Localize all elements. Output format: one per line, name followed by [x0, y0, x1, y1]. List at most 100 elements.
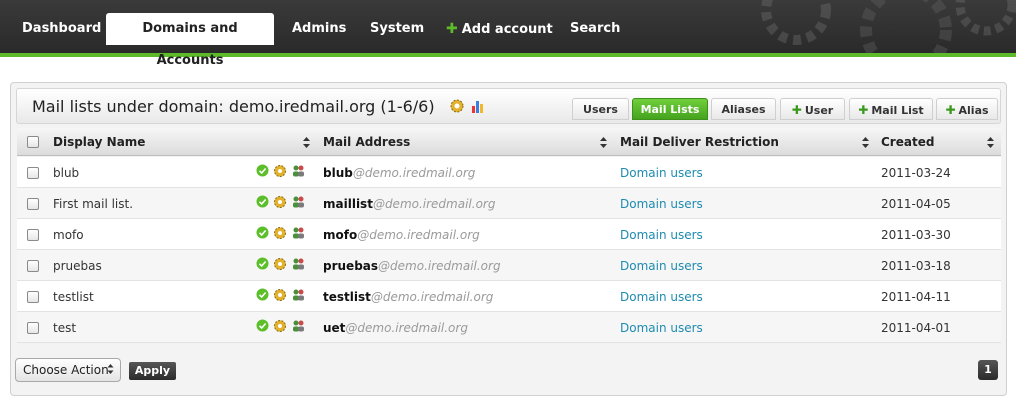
nav-add-account[interactable]: ✚ Add account	[430, 13, 569, 45]
gear-icon[interactable]	[273, 226, 287, 240]
table-row: blub blub@demo.iredmail.org Domain users 20…	[17, 157, 1001, 188]
active-check-icon[interactable]	[256, 195, 269, 208]
tab-add-user[interactable]: ✚ User	[780, 98, 845, 120]
apply-button[interactable]: Apply	[129, 362, 176, 380]
row-checkbox[interactable]	[27, 322, 39, 334]
mail-address-cell[interactable]: maillist@demo.iredmail.org	[323, 197, 495, 211]
column-display-name[interactable]: Display Name	[53, 135, 145, 149]
members-icon[interactable]	[291, 319, 306, 333]
table-row: mofo mofo@demo.iredmail.org Domain users 20…	[17, 219, 1001, 250]
row-action-icons	[256, 257, 306, 271]
table-header: Display Name Mail Address Mail Deliver R…	[17, 128, 1001, 156]
table-row: pruebas pruebas@demo.iredmail.org Domain u…	[17, 250, 1001, 281]
members-icon[interactable]	[291, 257, 306, 271]
created-date-cell: 2011-03-24	[881, 166, 951, 180]
display-name-cell: mofo	[53, 228, 84, 242]
mail-address-domain: @demo.iredmail.org	[352, 166, 476, 180]
sort-arrows-icon[interactable]	[987, 137, 994, 148]
display-name-cell: pruebas	[53, 259, 102, 273]
members-icon[interactable]	[291, 226, 306, 240]
column-mail-address[interactable]: Mail Address	[323, 135, 410, 149]
sort-arrows-icon[interactable]	[303, 137, 310, 148]
sort-arrows-icon[interactable]	[862, 137, 869, 148]
tab-add-mail-list[interactable]: ✚ Mail List	[849, 98, 933, 120]
plus-icon: ✚	[446, 21, 458, 37]
nav-domains-and-accounts[interactable]: Domains and Accounts	[106, 13, 274, 68]
mail-lists-panel: Mail lists under domain: demo.iredmail.o…	[10, 82, 1007, 396]
members-icon[interactable]	[291, 288, 306, 302]
created-date-cell: 2011-03-30	[881, 228, 951, 242]
nav-add-account-label: Add account	[461, 22, 553, 37]
active-check-icon[interactable]	[256, 226, 269, 239]
mail-address-cell[interactable]: blub@demo.iredmail.org	[323, 166, 475, 180]
mail-address-user: blub	[323, 166, 353, 180]
mail-address-user: uet	[323, 321, 346, 335]
nav-system[interactable]: System	[354, 13, 440, 45]
gears-decoration-icon	[761, 0, 1016, 53]
plus-icon: ✚	[858, 103, 869, 117]
tab-add-alias-label: Alias	[958, 104, 989, 117]
mail-address-cell[interactable]: testlist@demo.iredmail.org	[323, 290, 493, 304]
mail-address-cell[interactable]: mofo@demo.iredmail.org	[323, 228, 480, 242]
row-checkbox[interactable]	[27, 260, 39, 272]
mail-address-domain: @demo.iredmail.org	[345, 321, 468, 335]
tab-add-user-label: User	[804, 104, 834, 117]
row-action-icons	[256, 226, 306, 240]
mail-address-cell[interactable]: uet@demo.iredmail.org	[323, 321, 468, 335]
column-created[interactable]: Created	[881, 135, 934, 149]
gear-icon[interactable]	[273, 288, 287, 302]
nav-dashboard[interactable]: Dashboard	[6, 13, 117, 45]
choose-action-select[interactable]: Choose Action	[15, 358, 121, 382]
mail-address-cell[interactable]: pruebas@demo.iredmail.org	[323, 259, 501, 273]
mail-address-user: pruebas	[323, 259, 379, 273]
active-check-icon[interactable]	[256, 288, 269, 301]
gear-icon[interactable]	[449, 98, 465, 114]
created-date-cell: 2011-04-05	[881, 197, 951, 211]
gear-icon[interactable]	[273, 195, 287, 209]
restriction-link[interactable]: Domain users	[620, 197, 703, 211]
tab-aliases[interactable]: Aliases	[711, 98, 776, 120]
gear-icon[interactable]	[273, 257, 287, 271]
restriction-link[interactable]: Domain users	[620, 228, 703, 242]
members-icon[interactable]	[291, 195, 306, 209]
row-checkbox[interactable]	[27, 198, 39, 210]
statistics-chart-icon[interactable]	[471, 98, 485, 114]
column-mail-deliver-restriction[interactable]: Mail Deliver Restriction	[620, 135, 779, 149]
active-check-icon[interactable]	[256, 319, 269, 332]
restriction-link[interactable]: Domain users	[620, 321, 703, 335]
display-name-cell: testlist	[53, 290, 94, 304]
active-check-icon[interactable]	[256, 257, 269, 270]
select-arrows-icon	[107, 364, 114, 374]
tab-users[interactable]: Users	[572, 98, 629, 120]
nav-admins[interactable]: Admins	[276, 13, 362, 45]
plus-icon: ✚	[791, 103, 802, 117]
row-action-icons	[256, 319, 306, 333]
display-name-cell: First mail list.	[53, 197, 134, 211]
row-action-icons	[256, 288, 306, 302]
restriction-link[interactable]: Domain users	[620, 290, 703, 304]
nav-search[interactable]: Search	[554, 13, 636, 45]
tab-add-alias[interactable]: ✚ Alias	[936, 98, 998, 120]
display-name-cell: test	[53, 321, 77, 335]
restriction-link[interactable]: Domain users	[620, 259, 703, 273]
select-all-checkbox[interactable]	[27, 136, 39, 148]
created-date-cell: 2011-04-01	[881, 321, 951, 335]
restriction-link[interactable]: Domain users	[620, 166, 703, 180]
table-row: testlist testlist@demo.iredmail.org Domain…	[17, 281, 1001, 312]
row-checkbox[interactable]	[27, 291, 39, 303]
tab-mail-lists[interactable]: Mail Lists	[632, 98, 708, 120]
top-navigation: Dashboard Domains and Accounts Admins Sy…	[0, 0, 1016, 68]
active-check-icon[interactable]	[256, 164, 269, 177]
members-icon[interactable]	[291, 164, 306, 178]
mail-address-user: maillist	[323, 197, 373, 211]
title-icons	[449, 98, 485, 114]
panel-header: Mail lists under domain: demo.iredmail.o…	[16, 88, 1001, 124]
row-checkbox[interactable]	[27, 229, 39, 241]
gear-icon[interactable]	[273, 319, 287, 333]
page-1-button[interactable]: 1	[978, 360, 998, 380]
row-checkbox[interactable]	[27, 167, 39, 179]
gear-icon[interactable]	[273, 164, 287, 178]
sort-arrows-icon[interactable]	[600, 137, 607, 148]
created-date-cell: 2011-04-11	[881, 290, 951, 304]
mail-address-user: mofo	[323, 228, 358, 242]
